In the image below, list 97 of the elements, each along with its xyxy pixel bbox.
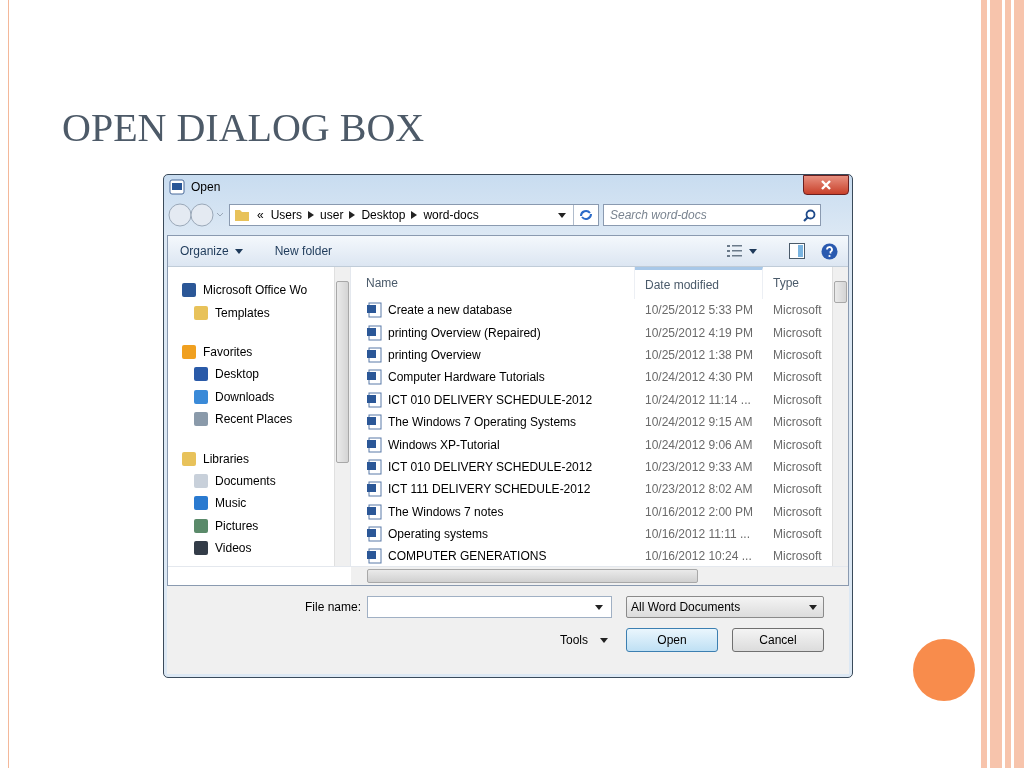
date-modified-cell-text: 10/16/2012 11:11 ... xyxy=(644,527,751,542)
column-header[interactable]: Date modified xyxy=(635,267,763,299)
vertical-scrollbar[interactable] xyxy=(832,267,848,566)
horizontal-scrollbar[interactable] xyxy=(351,567,848,585)
address-bar[interactable]: « Users user Desktop word-docs xyxy=(229,204,599,226)
dropdown-arrow-icon xyxy=(558,212,566,218)
sidebar-item[interactable]: Recent Places xyxy=(182,407,334,431)
search-icon xyxy=(803,209,816,222)
type-cell-text: Microsoft xyxy=(772,347,823,362)
breadcrumb-item[interactable]: word-docs xyxy=(423,208,479,222)
file-name: Computer Hardware Tutorials xyxy=(388,370,545,385)
file-name-cell[interactable]: Windows XP-Tutorial xyxy=(356,436,635,453)
window-title: Open xyxy=(191,180,221,194)
file-name-cell[interactable]: The Windows 7 notes xyxy=(356,503,635,520)
breadcrumb-item[interactable]: Users xyxy=(270,208,303,222)
chevron-right-icon xyxy=(349,211,356,219)
type-cell-text: Microsoft xyxy=(772,459,823,474)
file-name-cell[interactable]: The Windows 7 Operating Systems xyxy=(356,414,635,431)
file-name: Create a new database xyxy=(388,303,513,318)
sidebar-item[interactable]: Documents xyxy=(182,469,334,493)
file-name: The Windows 7 Operating Systems xyxy=(388,415,577,430)
new-folder-button[interactable]: New folder xyxy=(274,244,333,258)
file-name: ICT 010 DELIVERY SCHEDULE-2012 xyxy=(388,392,593,407)
organize-menu-button[interactable]: Organize xyxy=(180,244,229,258)
search-field[interactable]: Search word-docs xyxy=(603,204,821,226)
file-name: ICT 010 DELIVERY SCHEDULE-2012 xyxy=(388,459,593,474)
sidebar-item[interactable]: Pictures xyxy=(182,514,334,537)
breadcrumb-item[interactable]: « xyxy=(257,208,264,222)
help-icon[interactable] xyxy=(821,242,838,260)
date-modified-cell-text: 10/16/2012 2:00 PM xyxy=(644,504,755,519)
type-cell-text: Microsoft xyxy=(772,415,823,430)
date-modified-cell-text: 10/25/2012 4:19 PM xyxy=(644,325,755,340)
sidebar-item[interactable]: Templates xyxy=(182,301,334,324)
file-name-cell[interactable]: printing Overview (Repaired) xyxy=(356,324,635,341)
file-name: printing Overview (Repaired) xyxy=(388,325,541,340)
dropdown-arrow-icon xyxy=(595,604,603,610)
file-name-cell[interactable]: ICT 010 DELIVERY SCHEDULE-2012 xyxy=(356,391,635,408)
type-cell-text: Microsoft xyxy=(772,303,823,318)
file-name-cell[interactable]: ICT 111 DELIVERY SCHEDULE-2012 xyxy=(356,481,635,498)
date-modified-cell-text: 10/24/2012 9:15 AM xyxy=(644,415,754,430)
dropdown-arrow-icon xyxy=(749,248,757,254)
file-name: The Windows 7 notes xyxy=(388,504,504,519)
date-modified-cell-text: 10/24/2012 11:14 ... xyxy=(644,392,752,407)
dropdown-arrow-icon xyxy=(600,637,608,643)
vertical-scrollbar[interactable] xyxy=(334,267,350,566)
slide-title: OPEN DIALOG BOX xyxy=(62,104,425,152)
dropdown-arrow-icon xyxy=(809,604,817,610)
file-name: Operating systems xyxy=(388,527,489,542)
close-button[interactable] xyxy=(803,175,849,195)
date-modified-cell-text: 10/24/2012 4:30 PM xyxy=(644,370,755,385)
sidebar-item[interactable]: Microsoft Office Wo xyxy=(182,279,334,302)
date-modified-cell-text: 10/23/2012 8:02 AM xyxy=(644,482,754,497)
close-icon xyxy=(821,180,831,190)
file-name: Windows XP-Tutorial xyxy=(388,437,500,452)
sidebar-item[interactable]: Favorites xyxy=(182,340,334,364)
date-modified-cell-text: 10/16/2012 10:24 ... xyxy=(644,549,753,564)
type-cell-text: Microsoft xyxy=(772,370,823,385)
cancel-button[interactable]: Cancel xyxy=(732,628,824,652)
file-name-field[interactable] xyxy=(367,596,612,618)
type-cell-text: Microsoft xyxy=(772,482,823,497)
file-name-label: File name: xyxy=(304,600,361,614)
view-options-icon[interactable] xyxy=(727,244,743,258)
file-name: printing Overview xyxy=(388,347,481,362)
date-modified-cell-text: 10/24/2012 9:06 AM xyxy=(644,437,754,452)
file-name-cell[interactable]: printing Overview xyxy=(356,346,635,363)
preview-pane-icon[interactable] xyxy=(789,243,805,259)
file-name-cell[interactable]: Operating systems xyxy=(356,526,635,543)
type-cell-text: Microsoft xyxy=(772,325,823,340)
sidebar-item[interactable]: Libraries xyxy=(182,447,334,470)
file-name: ICT 111 DELIVERY SCHEDULE-2012 xyxy=(388,482,591,497)
file-type-dropdown[interactable]: All Word Documents xyxy=(626,596,824,618)
file-name: COMPUTER GENERATIONS xyxy=(388,549,547,564)
date-modified-cell-text: 10/23/2012 9:33 AM xyxy=(644,459,754,474)
column-header[interactable]: Type xyxy=(763,267,825,299)
sidebar-item[interactable]: Music xyxy=(182,492,334,515)
date-modified-cell-text: 10/25/2012 5:33 PM xyxy=(644,303,755,318)
type-cell-text: Microsoft xyxy=(772,437,823,452)
chevron-right-icon xyxy=(411,211,418,219)
column-header[interactable]: Name xyxy=(356,267,635,299)
type-cell-text: Microsoft xyxy=(772,504,823,519)
tools-menu-button[interactable]: Tools xyxy=(560,633,588,647)
sidebar-item[interactable]: Videos xyxy=(182,536,334,560)
sidebar-item[interactable]: Desktop xyxy=(182,363,334,386)
type-cell-text: Microsoft xyxy=(772,527,823,542)
sidebar-item[interactable]: Downloads xyxy=(182,385,334,408)
type-cell-text: Microsoft xyxy=(772,549,823,564)
file-name-cell[interactable]: Computer Hardware Tutorials xyxy=(356,369,635,386)
open-button[interactable]: Open xyxy=(626,628,718,652)
breadcrumb-item[interactable]: Desktop xyxy=(361,208,406,222)
file-name-cell[interactable]: ICT 010 DELIVERY SCHEDULE-2012 xyxy=(356,458,635,475)
chevron-right-icon xyxy=(308,211,315,219)
dropdown-arrow-icon xyxy=(234,248,243,254)
date-modified-cell-text: 10/25/2012 1:38 PM xyxy=(644,347,755,362)
type-cell-text: Microsoft xyxy=(772,392,823,407)
file-name-cell[interactable]: COMPUTER GENERATIONS xyxy=(356,548,635,565)
breadcrumb-item[interactable]: user xyxy=(320,208,344,222)
file-name-cell[interactable]: Create a new database xyxy=(356,302,635,319)
